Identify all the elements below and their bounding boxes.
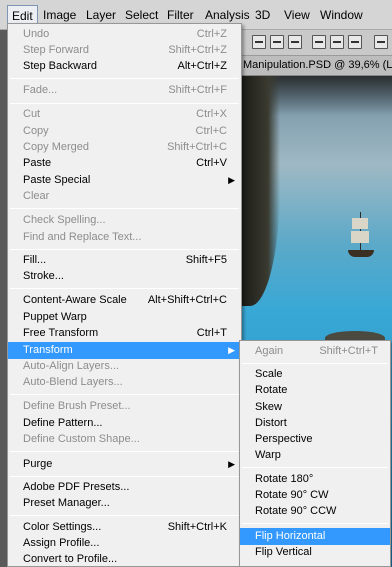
menu-item-perspective[interactable]: Perspective (240, 431, 390, 448)
menu-analysis[interactable]: Analysis (205, 8, 250, 23)
menu-separator (10, 515, 239, 516)
document-tab[interactable]: Manipulation.PSD @ 39,6% (Laye (240, 56, 392, 76)
menu-separator (10, 451, 239, 452)
menu-separator (10, 103, 239, 104)
menu-image[interactable]: Image (43, 8, 76, 23)
menu-item-fill[interactable]: Fill... Shift+F5 (8, 252, 241, 269)
menu-select[interactable]: Select (125, 8, 158, 23)
menu-3d[interactable]: 3D (255, 8, 270, 23)
menu-item-purge[interactable]: Purge ▶ (8, 456, 241, 473)
chevron-right-icon: ▶ (228, 459, 235, 469)
align-icon[interactable] (270, 35, 284, 49)
menu-item-stroke[interactable]: Stroke... (8, 268, 241, 285)
menu-separator (10, 208, 239, 209)
transform-submenu: Again Shift+Ctrl+T Scale Rotate Skew Dis… (239, 340, 391, 567)
menu-item-warp[interactable]: Warp (240, 447, 390, 464)
document-title: Manipulation.PSD @ 39,6% (Laye (243, 59, 392, 71)
align-icon[interactable] (312, 35, 326, 49)
menu-item-define-brush[interactable]: Define Brush Preset... (8, 398, 241, 415)
menu-item-content-aware-scale[interactable]: Content-Aware Scale Alt+Shift+Ctrl+C (8, 292, 241, 309)
menu-item-clear[interactable]: Clear (8, 188, 241, 205)
menu-layer[interactable]: Layer (86, 8, 116, 23)
menu-item-assign-profile[interactable]: Assign Profile... (8, 535, 241, 552)
menu-item-scale[interactable]: Scale (240, 366, 390, 383)
menu-item-copy-merged[interactable]: Copy Merged Shift+Ctrl+C (8, 139, 241, 156)
align-icon[interactable] (252, 35, 266, 49)
menu-separator (10, 476, 239, 477)
menu-separator (10, 249, 239, 250)
menu-item-paste[interactable]: Paste Ctrl+V (8, 155, 241, 172)
menu-item-adobe-pdf-presets[interactable]: Adobe PDF Presets... (8, 479, 241, 496)
menu-separator (242, 467, 388, 468)
menu-window[interactable]: Window (320, 8, 363, 23)
align-icon[interactable] (288, 35, 302, 49)
menu-separator (10, 288, 239, 289)
menu-item-define-shape[interactable]: Define Custom Shape... (8, 431, 241, 448)
menu-item-define-pattern[interactable]: Define Pattern... (8, 415, 241, 432)
menu-item-color-settings[interactable]: Color Settings... Shift+Ctrl+K (8, 519, 241, 536)
menu-item-flip-horizontal[interactable]: Flip Horizontal (240, 528, 390, 545)
menu-view[interactable]: View (284, 8, 310, 23)
menu-item-check-spelling[interactable]: Check Spelling... (8, 212, 241, 229)
menu-item-rotate[interactable]: Rotate (240, 382, 390, 399)
menu-item-puppet-warp[interactable]: Puppet Warp (8, 309, 241, 326)
menu-item-copy[interactable]: Copy Ctrl+C (8, 123, 241, 140)
menu-separator (10, 394, 239, 395)
options-bar (240, 30, 392, 56)
menu-item-convert-profile[interactable]: Convert to Profile... (8, 551, 241, 567)
menu-filter[interactable]: Filter (167, 8, 194, 23)
chevron-right-icon: ▶ (228, 345, 235, 355)
menu-item-auto-blend[interactable]: Auto-Blend Layers... (8, 374, 241, 391)
menu-item-undo[interactable]: Undo Ctrl+Z (8, 26, 241, 43)
menu-item-distort[interactable]: Distort (240, 415, 390, 432)
menu-item-flip-vertical[interactable]: Flip Vertical (240, 544, 390, 561)
menu-item-step-forward[interactable]: Step Forward Shift+Ctrl+Z (8, 42, 241, 59)
menu-separator (10, 78, 239, 79)
align-icon[interactable] (348, 35, 362, 49)
menu-item-skew[interactable]: Skew (240, 399, 390, 416)
edit-menu: Undo Ctrl+Z Step Forward Shift+Ctrl+Z St… (7, 23, 242, 567)
menu-separator (242, 523, 388, 524)
menu-item-preset-manager[interactable]: Preset Manager... (8, 495, 241, 512)
menu-item-again[interactable]: Again Shift+Ctrl+T (240, 343, 390, 360)
menu-item-step-backward[interactable]: Step Backward Alt+Ctrl+Z (8, 58, 241, 75)
menu-item-transform[interactable]: Transform ▶ (8, 342, 241, 359)
menu-item-auto-align[interactable]: Auto-Align Layers... (8, 358, 241, 375)
menu-item-rotate-180[interactable]: Rotate 180° (240, 471, 390, 488)
menu-item-free-transform[interactable]: Free Transform Ctrl+T (8, 325, 241, 342)
menu-separator (242, 363, 388, 364)
menu-edit[interactable]: Edit (7, 5, 38, 25)
menu-item-cut[interactable]: Cut Ctrl+X (8, 106, 241, 123)
menu-item-fade[interactable]: Fade... Shift+Ctrl+F (8, 82, 241, 99)
ship-image (348, 212, 374, 260)
canvas-rock-left (240, 76, 280, 306)
menu-item-paste-special[interactable]: Paste Special ▶ (8, 172, 241, 189)
chevron-right-icon: ▶ (228, 175, 235, 185)
menu-item-rotate-90-ccw[interactable]: Rotate 90° CCW (240, 503, 390, 520)
align-icon[interactable] (330, 35, 344, 49)
menu-item-rotate-90-cw[interactable]: Rotate 90° CW (240, 487, 390, 504)
align-icon[interactable] (374, 35, 388, 49)
menu-item-find-replace[interactable]: Find and Replace Text... (8, 229, 241, 246)
